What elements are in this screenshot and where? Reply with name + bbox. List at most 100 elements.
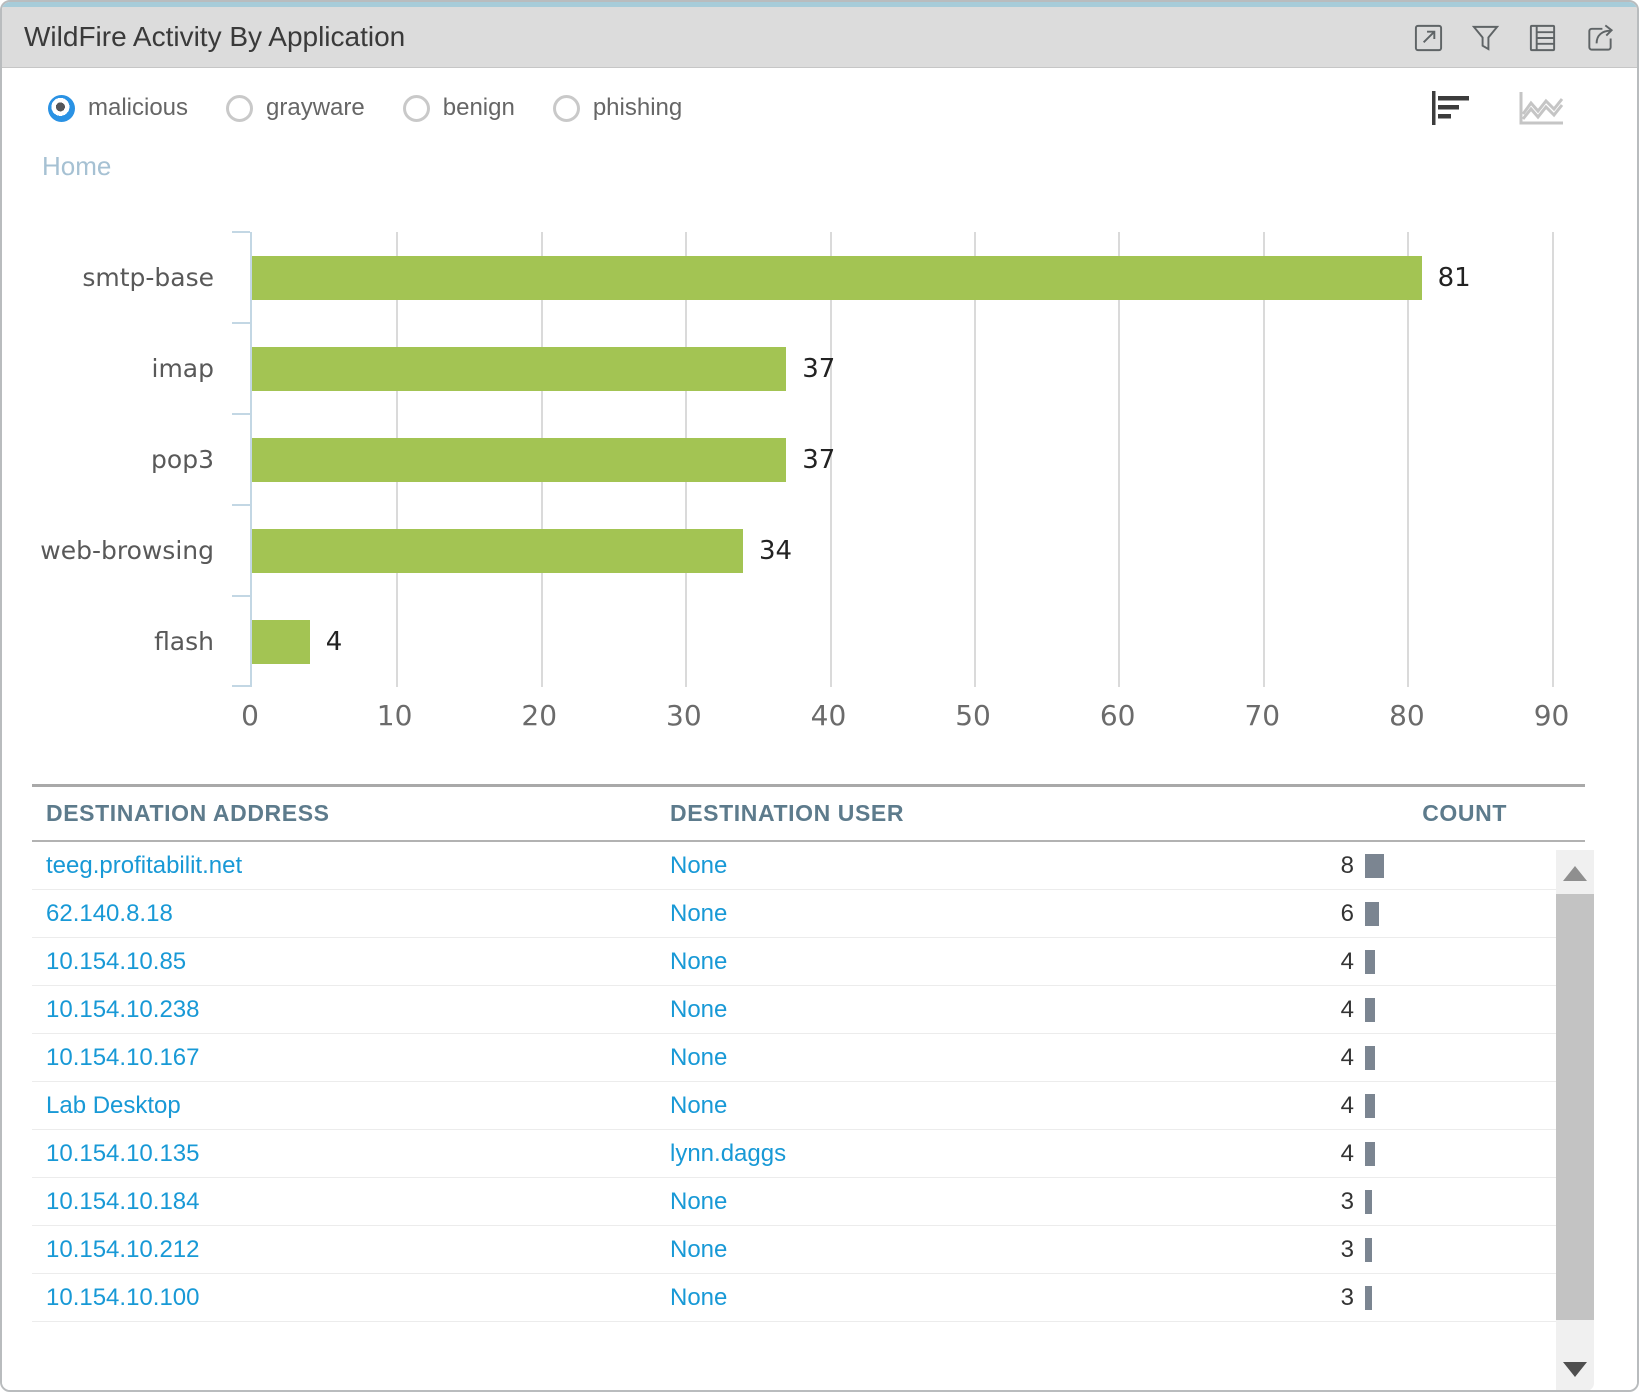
radio-label: phishing (593, 94, 682, 122)
destination-address-cell: 10.154.10.212 (32, 1236, 670, 1264)
destination-address-cell: 10.154.10.100 (32, 1284, 670, 1312)
destination-address-cell: 10.154.10.238 (32, 996, 670, 1024)
count-cell: 4 (1230, 996, 1585, 1024)
count-value: 8 (1230, 852, 1354, 880)
column-header-count[interactable]: COUNT (1230, 800, 1585, 827)
table-row: 10.154.10.135 lynn.daggs 4 (32, 1130, 1585, 1178)
bar-flash[interactable] (252, 620, 310, 664)
table-row: 62.140.8.18None6 (32, 890, 1585, 938)
table-view-icon[interactable] (1527, 22, 1558, 53)
chart-plot-area: 813737344 (250, 232, 1566, 687)
destination-address-link[interactable]: 10.154.10.85 (46, 948, 186, 975)
radio-button-icon[interactable] (226, 95, 253, 122)
column-header-destination-user[interactable]: DESTINATION USER (670, 800, 1230, 827)
radio-grayware[interactable]: grayware (226, 94, 365, 122)
category-label-imap: imap (2, 323, 250, 414)
count-value: 4 (1230, 1092, 1354, 1120)
destination-user-link[interactable]: None (670, 1236, 727, 1263)
bar-smtp-base[interactable] (252, 256, 1422, 300)
count-cell: 3 (1230, 1236, 1585, 1264)
destination-user-link[interactable]: None (670, 1044, 727, 1071)
destination-address-link[interactable]: 62.140.8.18 (46, 900, 173, 927)
destination-address-cell: 10.154.10.135 (32, 1140, 670, 1168)
maximize-icon[interactable] (1413, 22, 1444, 53)
destination-address-link[interactable]: 10.154.10.238 (46, 996, 199, 1023)
destination-address-link[interactable]: 10.154.10.167 (46, 1044, 199, 1071)
y-axis-tick (232, 685, 250, 687)
count-mini-bar (1365, 902, 1379, 926)
filter-icon[interactable] (1470, 22, 1501, 53)
column-header-destination-address[interactable]: DESTINATION ADDRESS (32, 800, 670, 827)
destination-user-cell: None (670, 900, 1230, 928)
count-cell: 8 (1230, 852, 1585, 880)
radio-malicious[interactable]: malicious (48, 94, 188, 122)
scrollbar-down-arrow-icon[interactable] (1563, 1362, 1587, 1377)
scrollbar-up-arrow-icon[interactable] (1563, 866, 1587, 881)
destination-address-cell: Lab Desktop (32, 1092, 670, 1120)
x-axis-tick-label: 70 (1244, 699, 1280, 732)
bar-row-imap: 37 (252, 323, 1566, 414)
radio-phishing[interactable]: phishing (553, 94, 682, 122)
count-mini-bar (1365, 1094, 1375, 1118)
export-icon[interactable] (1584, 22, 1615, 53)
bar-value-label: 81 (1438, 263, 1471, 293)
count-mini-bar (1365, 1286, 1372, 1310)
count-cell: 4 (1230, 948, 1585, 976)
bar-pop3[interactable] (252, 438, 786, 482)
destination-address-link[interactable]: Lab Desktop (46, 1092, 181, 1119)
count-value: 4 (1230, 1140, 1354, 1168)
table-row: teeg.profitabilit.net None 8 (32, 842, 1585, 890)
table-scrollbar[interactable] (1556, 850, 1594, 1391)
bar-chart: smtp-baseimappop3web-browsingflash 81373… (2, 232, 1637, 743)
destination-user-link[interactable]: None (670, 900, 727, 927)
destination-address-link[interactable]: 10.154.10.212 (46, 1236, 199, 1263)
bar-row-pop3: 37 (252, 414, 1566, 505)
table-body: teeg.profitabilit.net None 8 62.140.8.18 Non… (32, 842, 1585, 1322)
destination-user-link[interactable]: None (670, 852, 727, 879)
destination-user-link[interactable]: None (670, 1092, 727, 1119)
count-value: 4 (1230, 996, 1354, 1024)
destination-user-link[interactable]: None (670, 1284, 727, 1311)
count-value: 4 (1230, 948, 1354, 976)
y-axis-tick (232, 231, 250, 233)
destination-address-link[interactable]: teeg.profitabilit.net (46, 852, 242, 879)
count-mini-bar (1365, 1190, 1372, 1214)
destination-user-cell: None (670, 1092, 1230, 1120)
category-label-pop3: pop3 (2, 414, 250, 505)
bar-web-browsing[interactable] (252, 529, 743, 573)
scrollbar-thumb[interactable] (1556, 894, 1594, 1320)
destination-address-link[interactable]: 10.154.10.135 (46, 1140, 199, 1167)
destination-user-link[interactable]: None (670, 996, 727, 1023)
radio-benign[interactable]: benign (403, 94, 515, 122)
count-value: 3 (1230, 1236, 1354, 1264)
radio-button-icon[interactable] (48, 95, 75, 122)
bar-row-web-browsing: 34 (252, 505, 1566, 596)
radio-button-icon[interactable] (553, 95, 580, 122)
radio-label: malicious (88, 94, 188, 122)
breadcrumb-home-link[interactable]: Home (42, 151, 111, 182)
y-axis-tick (232, 504, 250, 506)
line-chart-icon[interactable] (1517, 90, 1565, 126)
radio-button-icon[interactable] (403, 95, 430, 122)
x-axis-tick-label: 0 (241, 699, 259, 732)
bar-value-label: 34 (759, 536, 792, 566)
count-cell: 4 (1230, 1092, 1585, 1120)
widget-header: WildFire Activity By Application (2, 7, 1637, 68)
destination-address-link[interactable]: 10.154.10.184 (46, 1188, 199, 1215)
count-mini-bar (1365, 998, 1375, 1022)
table-row: Lab Desktop None 4 (32, 1082, 1585, 1130)
widget-title: WildFire Activity By Application (24, 21, 405, 53)
destination-address-cell: 10.154.10.85 (32, 948, 670, 976)
bar-imap[interactable] (252, 347, 786, 391)
category-label-smtp-base: smtp-base (2, 232, 250, 323)
table-row: 10.154.10.212 None 3 (32, 1226, 1585, 1274)
destination-user-link[interactable]: lynn.daggs (670, 1140, 786, 1167)
destination-user-link[interactable]: None (670, 1188, 727, 1215)
widget-content: malicious grayware benign phishing Home smt… (2, 69, 1637, 1390)
count-mini-bar (1365, 1046, 1375, 1070)
destination-user-link[interactable]: None (670, 948, 727, 975)
bar-value-label: 37 (802, 354, 835, 384)
bar-chart-icon[interactable] (1429, 90, 1475, 126)
destination-address-link[interactable]: 10.154.10.100 (46, 1284, 199, 1311)
category-label-web-browsing: web-browsing (2, 505, 250, 596)
